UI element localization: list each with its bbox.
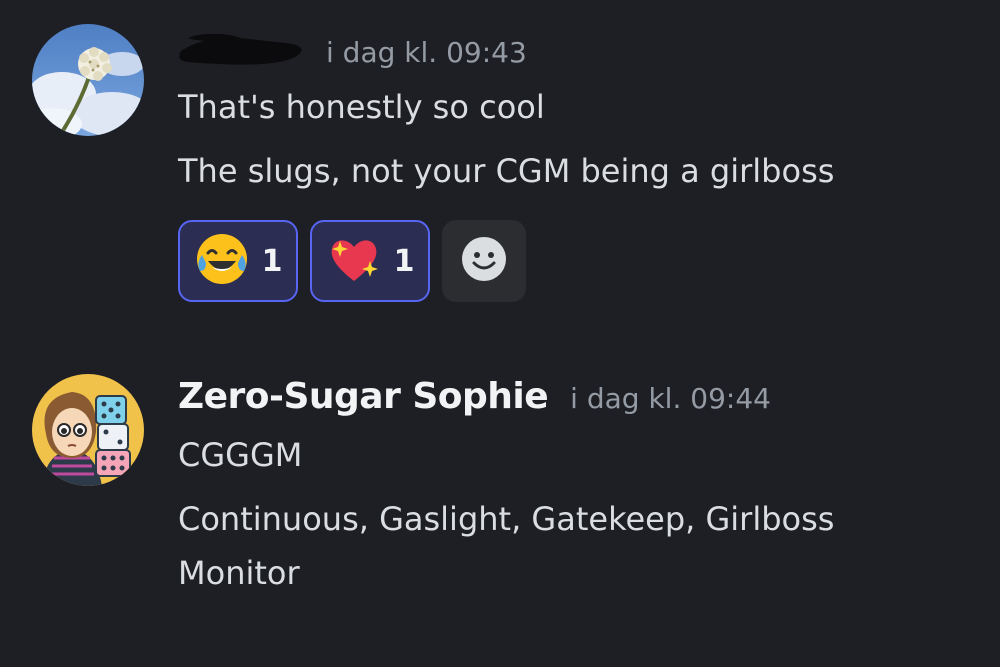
clover-flower-avatar-icon[interactable] [32,24,144,136]
message-timestamp: i dag kl. 09:43 [326,36,527,69]
username[interactable]: Zero-Sugar Sophie [178,376,549,417]
smiley-face-icon [460,235,508,287]
message-text-line: CGGGM [178,436,303,474]
message-text-line: That's honestly so cool [178,88,545,126]
add-reaction-button[interactable] [442,220,526,302]
reactions-bar: 1 1 [178,220,526,302]
reaction-count: 1 [261,243,283,279]
joy-emoji-icon [194,231,250,291]
message-text-line: The slugs, not your CGM being a girlboss [178,152,835,190]
redacted-username[interactable] [178,33,304,68]
message-text-line: Continuous, Gaslight, Gatekeep, Girlboss [178,500,835,538]
sparkling-heart-emoji-icon [326,231,382,291]
reaction-sparkling-heart[interactable]: 1 [310,220,430,302]
chat-log: i dag kl. 09:43 That's honestly so cool … [0,0,1000,667]
message-timestamp: i dag kl. 09:44 [570,382,771,415]
reaction-joy[interactable]: 1 [178,220,298,302]
reaction-count: 1 [393,243,415,279]
message-header: Zero-Sugar Sophie i dag kl. 09:44 [178,376,771,426]
cartoon-girl-dice-avatar-icon[interactable] [32,374,144,486]
message-header: i dag kl. 09:43 [178,28,527,78]
message-text-line: Monitor [178,554,300,592]
